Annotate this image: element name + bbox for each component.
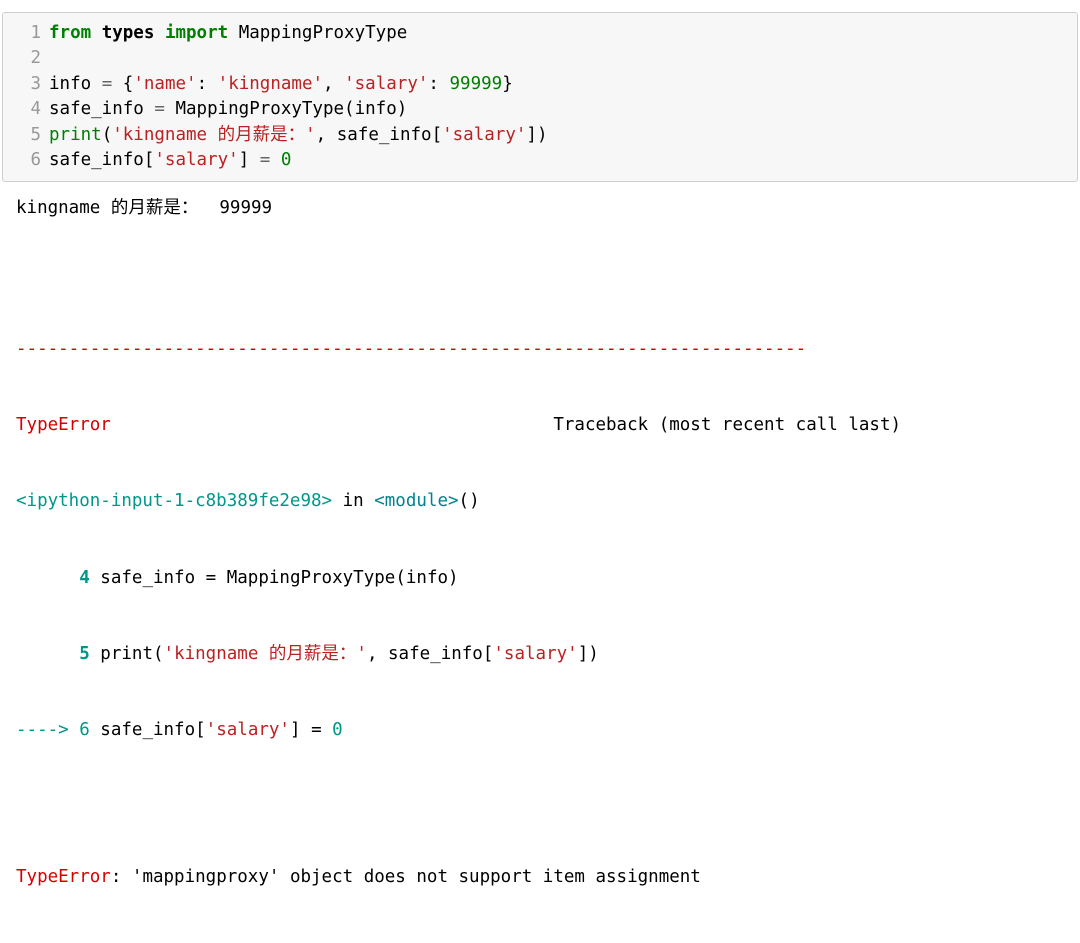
notebook-cell: 1from types import MappingProxyType23inf…	[0, 0, 1080, 943]
traceback-code-4: safe_info = MappingProxyType(info)	[100, 568, 458, 588]
error-type: TypeError	[16, 415, 111, 435]
traceback-final: TypeError: 'mappingproxy' object does no…	[16, 865, 1074, 890]
line-number: 5	[3, 123, 49, 148]
line-number: 3	[3, 72, 49, 97]
stdout-output: kingname 的月薪是： 99999	[2, 182, 1078, 221]
traceback-func: <module>	[374, 491, 458, 511]
traceback-frame: <ipython-input-1-c8b389fe2e98> in <modul…	[16, 489, 1074, 514]
line-number: 4	[3, 97, 49, 122]
code-content[interactable]: safe_info['salary'] = 0	[49, 148, 291, 173]
traceback-code-5: print('kingname 的月薪是：', safe_info['salar…	[100, 644, 598, 664]
code-content[interactable]: print('kingname 的月薪是：', safe_info['salar…	[49, 123, 548, 148]
line-number: 2	[3, 46, 49, 71]
traceback-file: <ipython-input-1-c8b389fe2e98>	[16, 491, 332, 511]
traceback-paren: ()	[459, 491, 480, 511]
final-error-type: TypeError	[16, 867, 111, 887]
traceback-header: TypeError Traceback (most recent call la…	[16, 413, 1074, 438]
code-content[interactable]: safe_info = MappingProxyType(info)	[49, 97, 407, 122]
traceback-spacer	[111, 415, 554, 435]
traceback-in: in	[332, 491, 374, 511]
traceback-arrow-6: ----> 6 safe_info['salary'] = 0	[16, 718, 1074, 743]
code-content[interactable]: from types import MappingProxyType	[49, 21, 407, 46]
traceback-separator: ----------------------------------------…	[16, 337, 1074, 362]
traceback-context-4: 4 safe_info = MappingProxyType(info)	[16, 566, 1074, 591]
code-line[interactable]: 1from types import MappingProxyType	[3, 21, 1077, 46]
code-input-block[interactable]: 1from types import MappingProxyType23inf…	[2, 12, 1078, 182]
final-error-sep: :	[111, 867, 132, 887]
lineno-4: 4	[16, 568, 100, 588]
code-line[interactable]: 2	[3, 46, 1077, 71]
traceback-context-5: 5 print('kingname 的月薪是：', safe_info['sal…	[16, 642, 1074, 667]
code-line[interactable]: 5print('kingname 的月薪是：', safe_info['sala…	[3, 123, 1077, 148]
code-line[interactable]: 4safe_info = MappingProxyType(info)	[3, 97, 1077, 122]
lineno-5: 5	[16, 644, 100, 664]
line-number: 6	[3, 148, 49, 173]
final-error-message: 'mappingproxy' object does not support i…	[132, 867, 701, 887]
code-line[interactable]: 3info = {'name': 'kingname', 'salary': 9…	[3, 72, 1077, 97]
traceback-code-6: safe_info['salary'] = 0	[100, 720, 342, 740]
line-number: 1	[3, 21, 49, 46]
code-content[interactable]: info = {'name': 'kingname', 'salary': 99…	[49, 72, 513, 97]
traceback-output: ----------------------------------------…	[2, 222, 1078, 941]
lineno-6-arrow: ----> 6	[16, 720, 100, 740]
traceback-label: Traceback (most recent call last)	[553, 415, 901, 435]
code-line[interactable]: 6safe_info['salary'] = 0	[3, 148, 1077, 173]
